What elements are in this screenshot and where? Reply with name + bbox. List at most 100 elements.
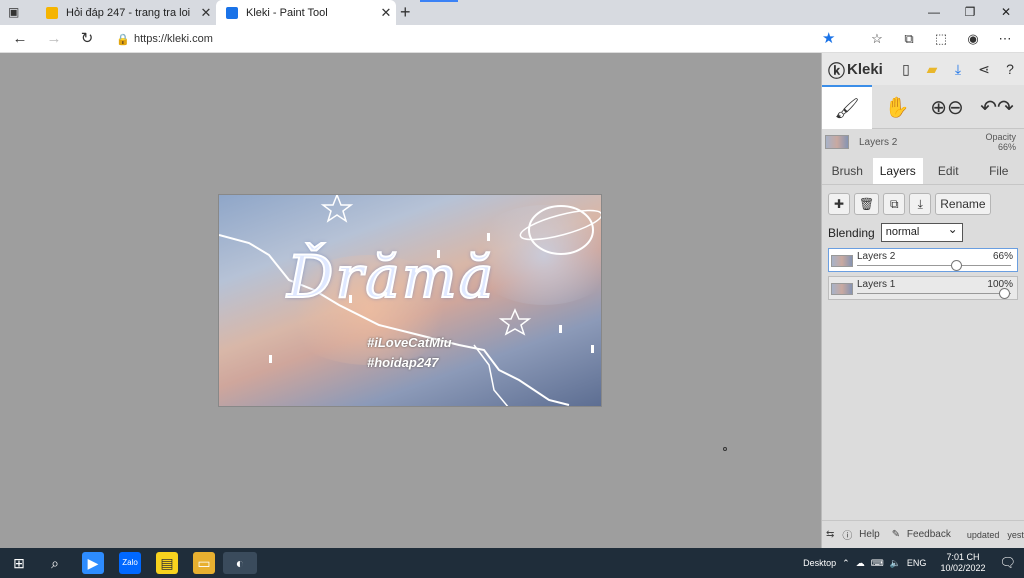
- tool-row: 🖌 ✋ ⊕⊖ ↶↷: [822, 85, 1024, 129]
- more-icon[interactable]: ⋯: [994, 29, 1016, 49]
- drama-title-text: Ďrămă: [286, 242, 496, 312]
- hand-tool-button[interactable]: ✋: [872, 85, 922, 129]
- layer-item[interactable]: Layers 1 100%: [828, 276, 1018, 300]
- windows-start-icon[interactable]: ⊞: [8, 552, 30, 574]
- zoom-app-icon[interactable]: ▶: [82, 552, 104, 574]
- tab-file[interactable]: File: [974, 158, 1024, 184]
- layer-thumbnail: [831, 283, 853, 295]
- tab-edit[interactable]: Edit: [923, 158, 974, 184]
- windows-taskbar: ⊞ ⌕ ▶ Zalo ▤ ▭ ◐ Desktop ⌃ ☁ ⌨ 🔈 ENG 7:0…: [0, 548, 1024, 578]
- desktop-toolbar[interactable]: Desktop: [800, 558, 839, 568]
- layer-name: Layers 2: [857, 251, 896, 262]
- help-icon[interactable]: ?: [1000, 59, 1020, 79]
- clock[interactable]: 7:01 CH 10/02/2022: [929, 552, 996, 574]
- help-label: Help: [859, 529, 880, 540]
- browser-tab-bar: ▣ Hỏi đáp 247 - trang tra loi ✕ Kleki - …: [0, 0, 1024, 25]
- restore-icon[interactable]: ❐: [952, 0, 988, 25]
- opacity-slider-knob[interactable]: [999, 288, 1010, 299]
- refresh-icon[interactable]: ↻: [77, 29, 97, 49]
- brush-tool-button[interactable]: 🖌: [822, 85, 872, 129]
- merge-layer-button[interactable]: ⤓: [909, 193, 932, 215]
- close-tab-icon[interactable]: ✕: [196, 5, 216, 21]
- panel-top-icons: ▯ ▰ ⤓ ⋖ ?: [896, 59, 1020, 79]
- profile-avatar[interactable]: ◉: [962, 29, 984, 49]
- zoom-tool-button[interactable]: ⊕⊖: [922, 85, 972, 129]
- file-explorer-icon[interactable]: ▭: [193, 552, 215, 574]
- edge-browser-icon[interactable]: ◐: [223, 552, 257, 574]
- network-icon[interactable]: ⌨: [868, 558, 887, 569]
- updated-line-1: updated: [966, 529, 1000, 540]
- swap-side-icon[interactable]: ⇆: [822, 529, 838, 540]
- zalo-app-icon[interactable]: Zalo: [119, 552, 141, 574]
- new-file-icon[interactable]: ▯: [896, 59, 916, 79]
- artwork-canvas[interactable]: Ďrămă #iLoveCatMiu #hoidap247: [218, 194, 602, 407]
- kleki-side-panel: ⓚ Kleki ▯ ▰ ⤓ ⋖ ? 🖌 ✋ ⊕⊖ ↶↷ Layers 2 Opa…: [821, 53, 1024, 548]
- opacity-slider-knob[interactable]: [950, 260, 962, 271]
- layer-opacity: 66%: [992, 251, 1013, 262]
- kleki-favicon-icon: [226, 6, 238, 19]
- onedrive-icon[interactable]: ☁: [853, 558, 868, 569]
- updated-note: updated yesterday: [959, 530, 1024, 540]
- brand-name: Kleki: [847, 60, 883, 78]
- search-icon[interactable]: ⌕: [44, 552, 66, 574]
- current-layer-name: Layers 2: [859, 136, 898, 148]
- new-tab-icon[interactable]: +: [400, 2, 411, 23]
- notifications-icon[interactable]: 🗨: [996, 555, 1024, 571]
- hashtag-line-1: #iLoveCatMiu: [367, 335, 452, 350]
- tab-actions-icon[interactable]: ▣: [8, 5, 26, 20]
- panel-tabs: Brush Layers Edit File: [822, 158, 1024, 185]
- opacity-slider-track[interactable]: [857, 293, 1011, 294]
- opacity-slider-track[interactable]: [857, 265, 1011, 266]
- download-icon[interactable]: ⤓: [948, 59, 968, 79]
- favorite-star-icon[interactable]: ★: [822, 29, 835, 47]
- close-window-icon[interactable]: ✕: [988, 0, 1024, 25]
- rename-button[interactable]: Rename: [935, 193, 991, 215]
- back-icon[interactable]: ←: [10, 29, 30, 49]
- feedback-link[interactable]: ✎ Feedback: [888, 529, 959, 540]
- sticky-notes-icon[interactable]: ▤: [156, 552, 178, 574]
- favorites-icon[interactable]: ☆: [866, 29, 888, 49]
- url-text: https://kleki.com: [134, 33, 213, 45]
- layer-thumbnail: [831, 255, 853, 267]
- opacity-label: Opacity: [985, 132, 1016, 142]
- brush-cursor: [723, 447, 727, 451]
- minimize-icon[interactable]: —: [916, 0, 952, 25]
- layer-name: Layers 1: [857, 279, 896, 290]
- tab-kleki[interactable]: Kleki - Paint Tool ✕: [216, 0, 396, 25]
- collections-icon[interactable]: ⧉: [898, 29, 920, 49]
- delete-layer-button[interactable]: 🗑: [854, 193, 880, 215]
- duplicate-layer-button[interactable]: ⧉: [883, 193, 906, 215]
- clock-time: 7:01 CH: [946, 552, 980, 562]
- layer-item[interactable]: Layers 2 66%: [828, 248, 1018, 272]
- updated-line-2: yesterday: [1007, 529, 1024, 540]
- open-folder-icon[interactable]: ▰: [922, 59, 942, 79]
- share-icon[interactable]: ⋖: [974, 59, 994, 79]
- layer-actions: ✚ 🗑 ⧉ ⤓ Rename: [822, 185, 1024, 221]
- tab-title: Kleki - Paint Tool: [246, 6, 328, 19]
- url-field[interactable]: 🔒 https://kleki.com: [112, 28, 852, 50]
- volume-icon[interactable]: 🔈: [887, 558, 904, 569]
- add-layer-button[interactable]: ✚: [828, 193, 850, 215]
- feedback-label: Feedback: [906, 529, 951, 540]
- language-indicator[interactable]: ENG: [904, 558, 930, 568]
- help-link[interactable]: ⓘ Help: [838, 527, 887, 542]
- chevron-up-icon[interactable]: ⌃: [839, 558, 853, 569]
- opacity-value: 66%: [997, 142, 1016, 152]
- kleki-logo[interactable]: ⓚ Kleki: [828, 57, 883, 82]
- close-tab-icon[interactable]: ✕: [376, 5, 396, 21]
- hoidap-favicon-icon: [46, 6, 58, 19]
- system-tray: Desktop ⌃ ☁ ⌨ 🔈 ENG 7:01 CH 10/02/2022 🗨: [800, 548, 1024, 578]
- tab-title: Hỏi đáp 247 - trang tra loi: [66, 6, 191, 19]
- address-bar: ← → ↻ 🔒 https://kleki.com ★ ☆ ⧉ ⬚ ◉ ⋯: [0, 25, 1024, 53]
- zoom-in-out-icon: ⊕⊖: [930, 96, 964, 119]
- blending-select[interactable]: normal: [880, 221, 963, 242]
- forward-icon[interactable]: →: [44, 29, 64, 49]
- tab-hoidap[interactable]: Hỏi đáp 247 - trang tra loi ✕: [36, 0, 216, 25]
- undo-redo-button[interactable]: ↶↷: [972, 85, 1022, 129]
- tab-layers[interactable]: Layers: [872, 158, 923, 184]
- canvas-area[interactable]: Ďrămă #iLoveCatMiu #hoidap247: [0, 53, 821, 548]
- tab-brush[interactable]: Brush: [822, 158, 873, 184]
- lock-icon[interactable]: 🔒: [112, 33, 134, 46]
- extensions-icon[interactable]: ⬚: [930, 29, 952, 49]
- panel-footer: ⇆ ⓘ Help ✎ Feedback updated yesterday: [822, 520, 1024, 548]
